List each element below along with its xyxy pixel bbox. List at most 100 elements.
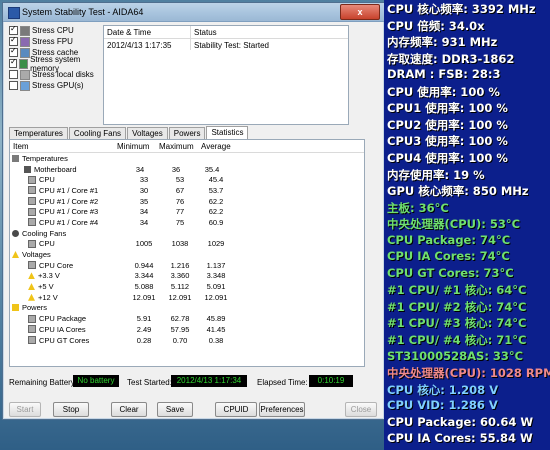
stats-row[interactable]: CPU Core 0.944 1.216 1.137 — [10, 260, 364, 271]
stats-category-row[interactable]: Temperatures — [10, 153, 364, 164]
stress-option[interactable]: Stress local disks — [9, 69, 101, 80]
stats-row[interactable]: +3.3 V 3.344 3.360 3.348 — [10, 271, 364, 282]
stress-checkbox[interactable] — [9, 70, 18, 79]
stats-minimum: 34 — [135, 164, 145, 174]
stress-option-label: Stress GPU(s) — [32, 81, 84, 90]
stress-checkbox[interactable] — [9, 57, 18, 68]
stats-row[interactable]: Motherboard 34 36 35.4 — [10, 164, 364, 175]
stats-row[interactable]: CPU 33 53 45.4 — [10, 174, 364, 185]
sensor-readout: CPU IA Cores: 55.84 W — [387, 431, 533, 446]
stress-option[interactable]: Stress GPU(s) — [9, 80, 101, 91]
stats-minimum: 30 — [139, 185, 149, 195]
stats-average: 1.137 — [206, 260, 226, 270]
col-minimum[interactable]: Minimum — [114, 140, 156, 152]
stats-category-row[interactable]: Powers — [10, 303, 364, 314]
stats-category-row[interactable]: Cooling Fans — [10, 228, 364, 239]
stats-item: CPU IA Cores — [10, 325, 126, 334]
stress-checkbox[interactable] — [9, 24, 18, 35]
warning-icon — [28, 272, 35, 280]
stats-maximum: 75 — [175, 217, 185, 227]
stats-item-label: Temperatures — [22, 153, 68, 163]
stats-category-row[interactable]: Voltages — [10, 249, 364, 260]
sensor-readout: #1 CPU/ #1 核心: 64°C — [387, 283, 527, 298]
stress-option[interactable]: Stress CPU — [9, 24, 101, 36]
stress-option-label: Stress local disks — [32, 70, 94, 79]
stats-item: +12 V — [10, 293, 126, 302]
warning-icon — [28, 293, 35, 301]
remaining-battery-value: No battery — [73, 375, 119, 387]
stop-button[interactable]: Stop — [53, 402, 89, 417]
stress-option-label: Stress CPU — [32, 26, 74, 35]
stats-row[interactable]: +5 V 5.088 5.112 5.091 — [10, 281, 364, 292]
stress-option-label: Stress FPU — [32, 37, 73, 46]
statistics-table: Item Minimum Maximum Average Temperature… — [9, 139, 365, 367]
col-maximum[interactable]: Maximum — [156, 140, 198, 152]
cpu-icon — [20, 25, 30, 36]
stats-maximum: 62.78 — [170, 314, 190, 324]
status-log-header: Date & Time Status — [104, 26, 348, 39]
stats-row[interactable]: CPU 1005 1038 1029 — [10, 239, 364, 250]
cache-icon — [20, 47, 30, 58]
stats-minimum: 0.944 — [134, 260, 154, 270]
stress-option[interactable]: Stress system memory — [9, 55, 101, 73]
stats-minimum: 12.091 — [132, 292, 156, 302]
fpu-icon — [20, 36, 30, 47]
stats-row[interactable]: CPU IA Cores 2.49 57.95 41.45 — [10, 324, 364, 335]
cpuid-button[interactable]: CPUID — [215, 402, 257, 417]
status-log: Date & Time Status 2012/4/13 1:17:35 Sta… — [103, 25, 349, 125]
preferences-button[interactable]: Preferences — [259, 402, 305, 417]
col-item[interactable]: Item — [10, 140, 114, 152]
stats-item: Powers — [10, 303, 110, 312]
stats-item: CPU — [10, 239, 126, 248]
sensor-readout: #1 CPU/ #2 核心: 74°C — [387, 299, 527, 314]
stats-item-label: CPU — [39, 239, 55, 249]
save-button[interactable]: Save — [157, 402, 193, 417]
stress-checkbox[interactable] — [9, 81, 18, 90]
status-log-row: 2012/4/13 1:17:35 Stability Test: Starte… — [104, 39, 348, 50]
stats-minimum: 2.49 — [136, 324, 152, 334]
stats-row[interactable]: CPU #1 / Core #3 34 77 62.2 — [10, 206, 364, 217]
stats-row[interactable]: CPU GT Cores 0.28 0.70 0.38 — [10, 335, 364, 346]
stats-minimum: 5.088 — [134, 282, 154, 292]
stats-maximum: 67 — [175, 185, 185, 195]
stats-average: 1029 — [207, 239, 225, 249]
stress-checkbox[interactable] — [9, 46, 18, 57]
close-window-button[interactable]: x — [340, 4, 380, 20]
stats-row[interactable]: +12 V 12.091 12.091 12.091 — [10, 292, 364, 303]
col-average[interactable]: Average — [198, 140, 240, 152]
stats-item-label: +12 V — [38, 292, 58, 302]
tab-statistics[interactable]: Statistics — [206, 126, 249, 140]
stats-item-label: CPU Package — [39, 314, 87, 324]
clear-button[interactable]: Clear — [111, 402, 147, 417]
stats-item: CPU #1 / Core #3 — [10, 207, 126, 216]
stats-average: 62.2 — [208, 196, 224, 206]
stress-option[interactable]: Stress FPU — [9, 35, 101, 47]
motherboard-icon — [24, 165, 31, 173]
stats-maximum: 3.360 — [170, 271, 190, 281]
stats-average: 5.091 — [206, 282, 226, 292]
close-button[interactable]: Close — [345, 402, 377, 417]
sensor-readout: 内存使用率: 19 % — [387, 167, 485, 182]
stats-item: CPU #1 / Core #2 — [10, 197, 126, 206]
stats-average: 12.091 — [204, 292, 228, 302]
stability-test-window: System Stability Test - AIDA64 x Stress … — [2, 2, 385, 420]
stats-item-label: CPU IA Cores — [39, 324, 86, 334]
sensor-readout: GPU 核心频率: 850 MHz — [387, 184, 529, 199]
stress-checkbox[interactable] — [9, 35, 18, 46]
stats-item: CPU #1 / Core #4 — [10, 218, 126, 227]
stats-maximum: 5.112 — [170, 282, 190, 292]
warning-icon — [28, 283, 35, 291]
stats-minimum: 34 — [139, 207, 149, 217]
stats-item-label: CPU Core — [39, 260, 74, 270]
stats-row[interactable]: CPU #1 / Core #2 35 76 62.2 — [10, 196, 364, 207]
stats-maximum: 36 — [171, 164, 181, 174]
elapsed-time-value: 0:10:19 — [309, 375, 353, 387]
stats-row[interactable]: CPU #1 / Core #1 30 67 53.7 — [10, 185, 364, 196]
stats-average: 35.4 — [204, 164, 220, 174]
tab-strip: Temperatures Cooling Fans Voltages Powers St… — [9, 126, 249, 140]
start-button[interactable]: Start — [9, 402, 41, 417]
stats-row[interactable]: CPU Package 5.91 62.78 45.89 — [10, 313, 364, 324]
stats-row[interactable]: CPU #1 / Core #4 34 75 60.9 — [10, 217, 364, 228]
title-bar[interactable]: System Stability Test - AIDA64 x — [3, 3, 384, 22]
sensor-readout: DRAM : FSB: 28:3 — [387, 67, 501, 82]
